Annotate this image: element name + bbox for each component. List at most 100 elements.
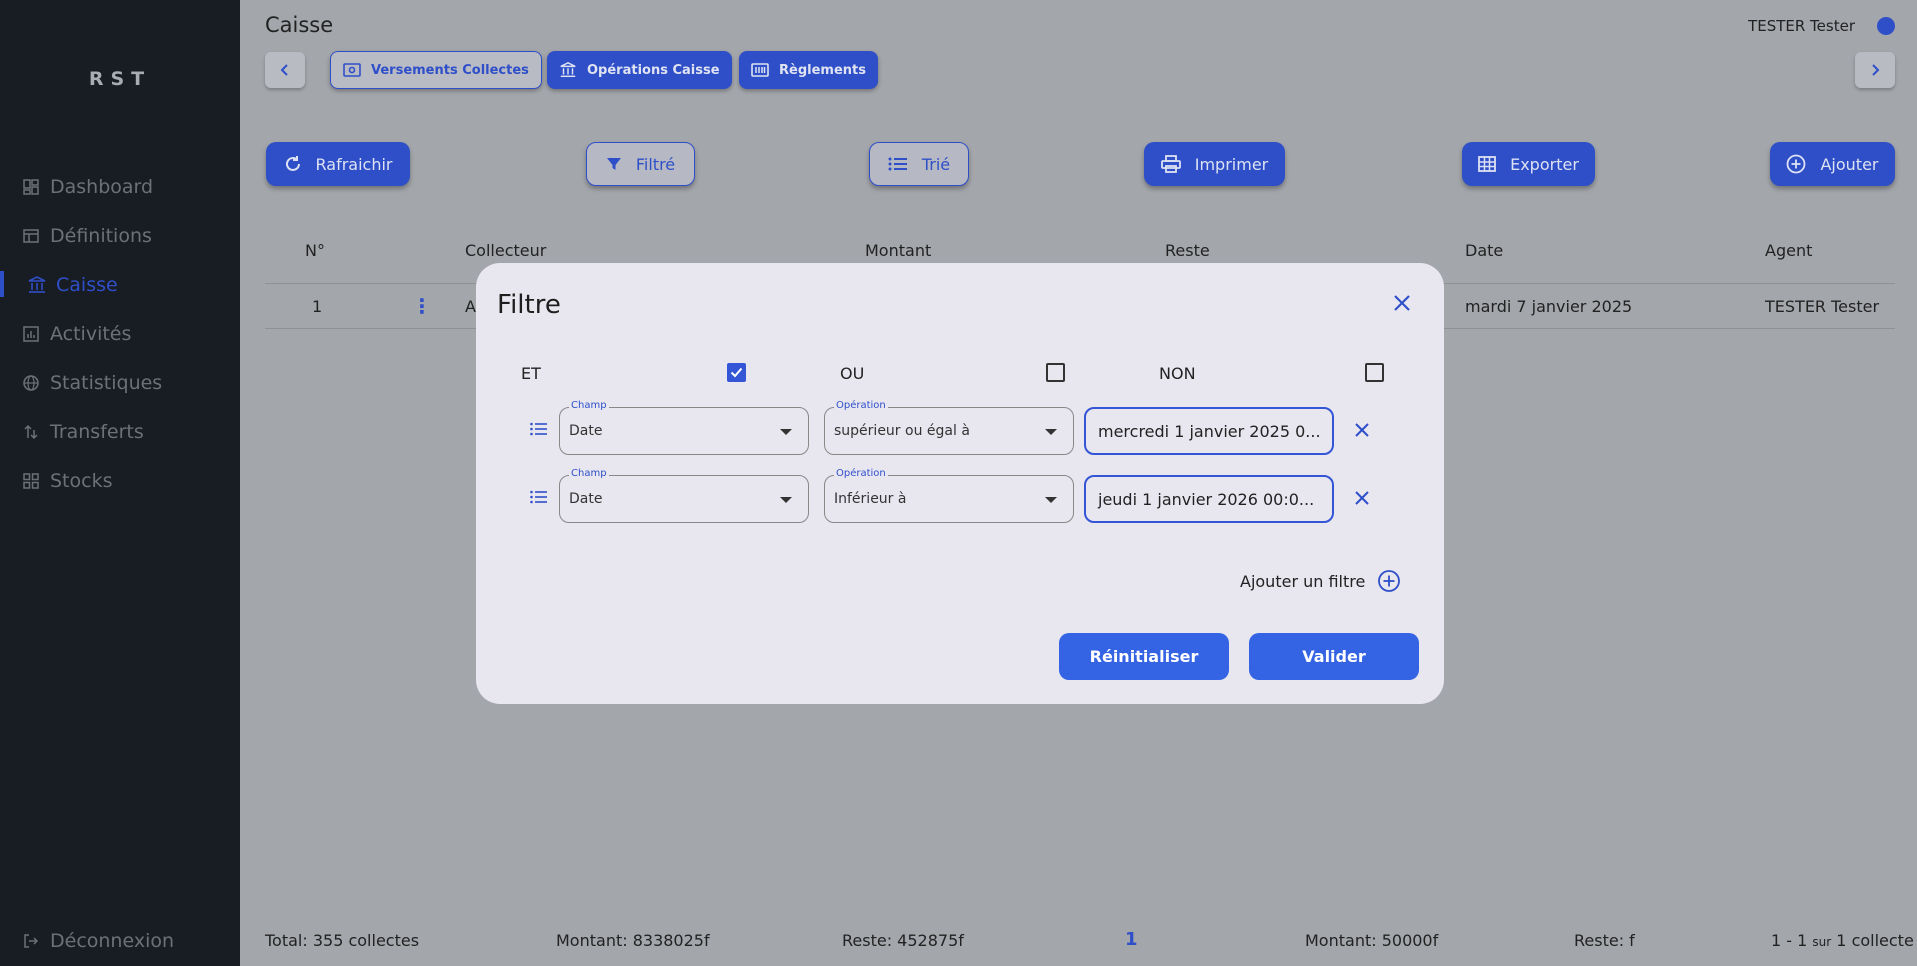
sidebar-item-caisse[interactable]: Caisse <box>26 270 118 300</box>
chip-versements-collectes[interactable]: Versements Collectes <box>330 51 542 89</box>
field-select-label: Champ <box>569 400 609 411</box>
sort-label: Trié <box>921 154 951 174</box>
logic-et-checkbox[interactable] <box>727 363 746 382</box>
logic-non-checkbox[interactable] <box>1365 363 1384 382</box>
add-button[interactable]: Ajouter <box>1770 142 1895 186</box>
caret-down-icon <box>1045 497 1057 503</box>
globe-icon <box>20 372 42 394</box>
app-logo: RST <box>88 68 152 90</box>
bank-icon <box>559 61 577 79</box>
cell-collecteur: A <box>465 297 476 316</box>
range-start: 1 - 1 <box>1771 931 1808 950</box>
more-vert-icon[interactable]: ⋮ <box>412 294 432 318</box>
operation-select[interactable]: Opération supérieur ou égal à <box>824 400 1074 455</box>
chevron-right-icon <box>1868 58 1882 82</box>
operation-select-value: supérieur ou égal à <box>834 423 970 439</box>
chevron-left-icon <box>278 58 292 82</box>
operation-select[interactable]: Opération Inférieur à <box>824 468 1074 523</box>
transfer-icon <box>20 421 42 443</box>
scroll-right-button[interactable] <box>1855 52 1895 88</box>
add-filter-label[interactable]: Ajouter un filtre <box>1240 572 1365 591</box>
logic-ou-checkbox[interactable] <box>1046 363 1065 382</box>
caret-down-icon <box>780 497 792 503</box>
grid-icon <box>20 470 42 492</box>
sidebar-item-label: Stocks <box>50 470 113 492</box>
chart-icon <box>20 323 42 345</box>
caret-down-icon <box>780 429 792 435</box>
field-select[interactable]: Champ Date <box>559 468 809 523</box>
logic-non-label: NON <box>1159 364 1196 383</box>
footer-total: Total: 355 collectes <box>265 931 420 950</box>
bank-icon <box>26 274 48 296</box>
filter-icon <box>606 156 622 172</box>
add-circle-icon <box>1378 570 1400 592</box>
sidebar-item-activites[interactable]: Activités <box>20 319 131 349</box>
footer-montant-page: Montant: 50000f <box>1305 931 1439 950</box>
chip-label: Règlements <box>779 62 866 78</box>
filter-button[interactable]: Filtré <box>586 142 695 186</box>
range-end: 1 collecte <box>1836 931 1914 950</box>
refresh-button[interactable]: Rafraichir <box>266 142 410 186</box>
close-button[interactable] <box>1388 291 1416 319</box>
sidebar-item-stocks[interactable]: Stocks <box>20 466 112 496</box>
close-icon <box>1355 491 1369 505</box>
add-circle-icon <box>1786 154 1806 174</box>
export-button[interactable]: Exporter <box>1462 142 1595 186</box>
field-select[interactable]: Champ Date <box>559 400 809 455</box>
column-header-num[interactable]: N° <box>305 241 325 260</box>
reset-button[interactable]: Réinitialiser <box>1059 633 1229 680</box>
dashboard-icon <box>20 176 42 198</box>
add-filter-button[interactable] <box>1377 569 1401 593</box>
user-name[interactable]: TESTER Tester <box>1748 17 1855 35</box>
printer-icon <box>1160 155 1181 173</box>
avatar[interactable] <box>1877 17 1895 35</box>
column-header-date[interactable]: Date <box>1465 241 1503 260</box>
field-select-value: Date <box>569 491 603 507</box>
active-indicator <box>0 271 4 297</box>
list-icon[interactable] <box>530 421 550 441</box>
list-icon[interactable] <box>530 489 550 509</box>
column-header-reste[interactable]: Reste <box>1165 241 1210 260</box>
pagination-current-page[interactable]: 1 <box>1125 929 1138 950</box>
scroll-left-button[interactable] <box>265 52 305 88</box>
sidebar-item-dashboard[interactable]: Dashboard <box>20 172 153 202</box>
add-label: Ajouter <box>1820 154 1879 174</box>
validate-button[interactable]: Valider <box>1249 633 1419 680</box>
remove-filter-button[interactable] <box>1353 421 1373 441</box>
field-select-value: Date <box>569 423 603 439</box>
sidebar-item-definitions[interactable]: Définitions <box>20 221 152 251</box>
column-header-agent[interactable]: Agent <box>1765 241 1812 260</box>
remove-filter-button[interactable] <box>1353 489 1373 509</box>
print-label: Imprimer <box>1194 154 1269 174</box>
chip-reglements[interactable]: Règlements <box>739 51 878 89</box>
sidebar-item-statistiques[interactable]: Statistiques <box>20 368 162 398</box>
cell-date: mardi 7 janvier 2025 <box>1465 297 1633 316</box>
footer-montant: Montant: 8338025f <box>556 931 710 950</box>
logout-button[interactable]: Déconnexion <box>20 926 174 956</box>
sidebar-item-label: Activités <box>50 323 132 345</box>
logic-et-label: ET <box>521 364 541 383</box>
sort-button[interactable]: Trié <box>869 142 969 186</box>
table-icon <box>1478 156 1496 172</box>
sidebar-item-transferts[interactable]: Transferts <box>20 417 144 447</box>
range-sur: sur <box>1812 935 1832 949</box>
chip-label: Opérations Caisse <box>587 62 720 78</box>
table-icon <box>20 225 42 247</box>
sidebar-item-label: Caisse <box>56 274 118 296</box>
chip-operations-caisse[interactable]: Opérations Caisse <box>547 51 732 89</box>
sidebar-item-label: Transferts <box>50 421 144 443</box>
operation-select-label: Opération <box>834 468 888 479</box>
logout-icon <box>20 930 42 952</box>
value-date-input[interactable]: jeudi 1 janvier 2026 00:0... <box>1084 475 1334 523</box>
footer-reste: Reste: 452875f <box>842 931 964 950</box>
print-button[interactable]: Imprimer <box>1144 142 1285 186</box>
cell-num: 1 <box>312 297 323 316</box>
column-header-collecteur[interactable]: Collecteur <box>465 241 546 260</box>
footer-range: 1 - 1 sur 1 collecte <box>1771 931 1914 950</box>
column-header-montant[interactable]: Montant <box>865 241 931 260</box>
barcode-icon <box>751 63 769 77</box>
value-date-input[interactable]: mercredi 1 janvier 2025 0... <box>1084 407 1334 455</box>
sidebar-item-label: Définitions <box>50 225 152 247</box>
caret-down-icon <box>1045 429 1057 435</box>
sidebar: RST Dashboard Définitions Caisse Activit… <box>0 0 240 966</box>
